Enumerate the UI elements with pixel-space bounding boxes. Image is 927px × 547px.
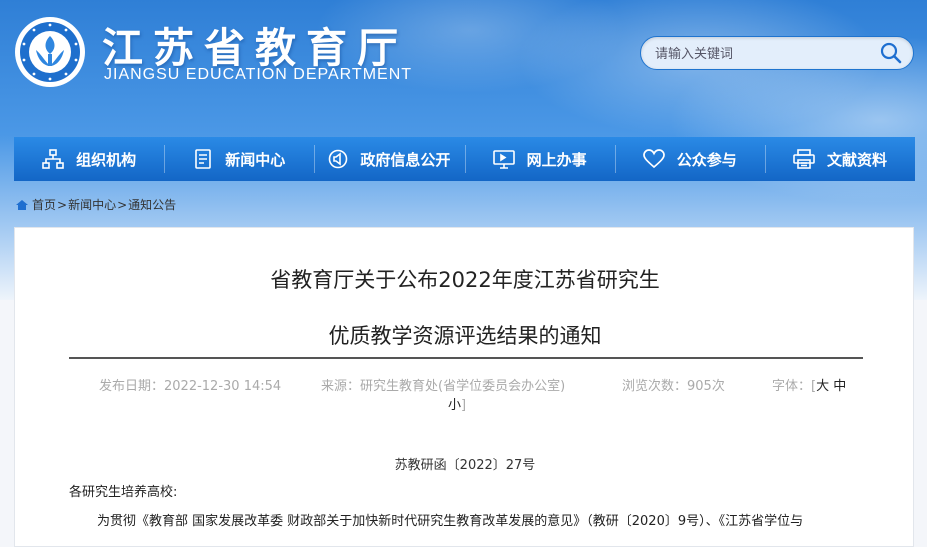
nav-label: 政府信息公开	[360, 150, 451, 169]
nav-item-organization[interactable]: 组织机构	[14, 137, 164, 181]
breadcrumb-notice[interactable]: 通知公告	[128, 196, 176, 213]
home-icon	[16, 199, 28, 210]
nav-item-online-service[interactable]: 网上办事	[464, 137, 615, 181]
publish-date: 发布日期：2022-12-30 14:54	[99, 375, 281, 394]
breadcrumb-separator: >	[117, 197, 128, 212]
nav-label: 网上办事	[526, 150, 587, 169]
nav-label: 公众参与	[676, 150, 737, 169]
nav-item-gov-info[interactable]: 政府信息公开	[314, 137, 464, 181]
font-large-button[interactable]: 大	[816, 379, 829, 394]
announce-icon	[329, 149, 348, 169]
views-value: 905次	[687, 379, 725, 394]
source-value: 研究生教育处(省学位委员会办公室)	[360, 379, 566, 394]
nav-label: 文献资料	[826, 150, 887, 169]
search-button[interactable]	[879, 42, 903, 64]
breadcrumb-news[interactable]: 新闻中心	[68, 196, 116, 213]
publish-date-label: 发布日期：	[99, 379, 165, 394]
title-divider	[69, 357, 863, 359]
font-small-button[interactable]: 小	[448, 398, 461, 413]
views-label: 浏览次数：	[622, 379, 688, 394]
font-size-control: 字体：[大 中	[772, 379, 847, 394]
article-card: 省教育厅关于公布2022年度江苏省研究生 优质教学资源评选结果的通知 发布日期：…	[14, 227, 914, 547]
search-box	[640, 36, 914, 70]
monitor-icon	[492, 150, 515, 169]
document-icon	[195, 149, 212, 169]
document-number: 苏教研函〔2022〕27号	[394, 458, 536, 473]
article-title-line2: 优质教学资源评选结果的通知	[328, 324, 602, 348]
article-title-line1: 省教育厅关于公布2022年度江苏省研究生	[270, 268, 660, 292]
search-input[interactable]	[653, 43, 877, 65]
org-chart-icon	[42, 149, 64, 169]
view-count: 浏览次数：905次	[622, 375, 725, 394]
heart-icon	[642, 149, 665, 169]
nav-label: 新闻中心	[225, 150, 286, 169]
nav-item-documents[interactable]: 文献资料	[764, 137, 915, 181]
source-label: 来源：	[321, 379, 361, 394]
site-logo[interactable]	[14, 16, 86, 88]
nav-item-public-participation[interactable]: 公众参与	[614, 137, 765, 181]
breadcrumb-home[interactable]: 首页	[32, 196, 56, 213]
nav-item-news[interactable]: 新闻中心	[164, 137, 314, 181]
font-size-label: 字体：	[772, 379, 812, 394]
printer-icon	[793, 149, 815, 169]
publish-date-value: 2022-12-30 14:54	[164, 379, 282, 394]
article-body-paragraph: 为贯彻《教育部 国家发展改革委 财政部关于加快新时代研究生教育改革发展的意见》（…	[97, 514, 804, 529]
main-nav: 组织机构 新闻中心 政府信息公开 网上办事 公众参与 文献资料	[14, 137, 915, 181]
salutation: 各研究生培养高校:	[69, 485, 178, 500]
search-icon	[880, 42, 902, 64]
font-medium-button[interactable]: 中	[833, 379, 846, 394]
nav-label: 组织机构	[76, 150, 137, 169]
breadcrumb-separator: >	[57, 197, 68, 212]
font-size-control-wrap: 小]	[448, 398, 467, 413]
site-subtitle: JIANGSU EDUCATION DEPARTMENT	[104, 66, 413, 83]
site-title: 江苏省教育厅	[102, 25, 408, 71]
article-source: 来源：研究生教育处(省学位委员会办公室)	[321, 375, 565, 394]
breadcrumb: 首页 > 新闻中心 > 通知公告	[15, 196, 176, 213]
